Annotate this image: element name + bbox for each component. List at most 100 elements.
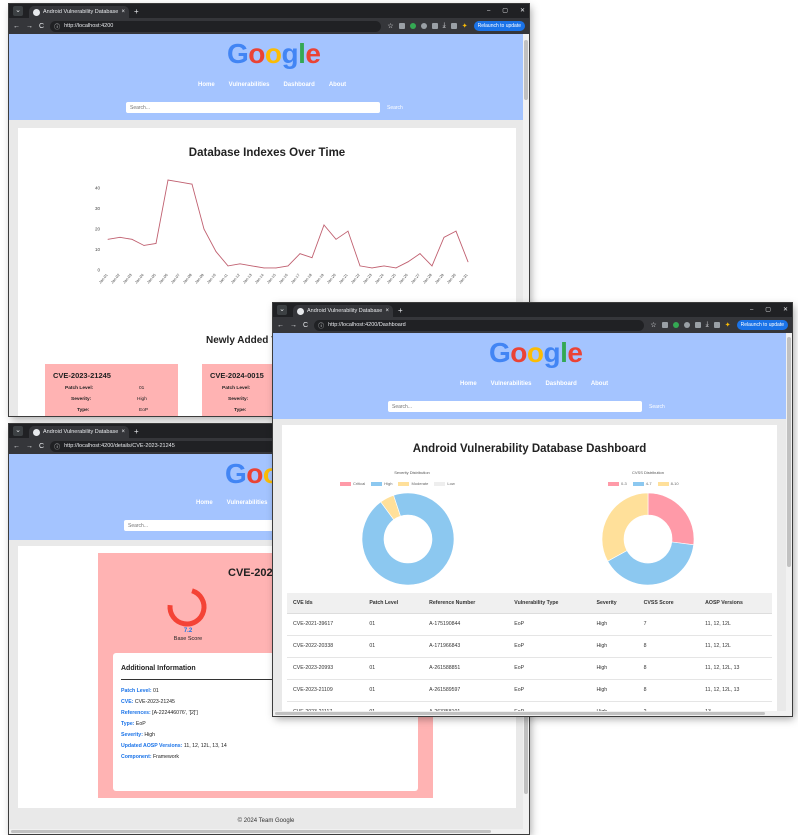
nav-dashboard[interactable]: Dashboard	[545, 381, 576, 387]
tab-search-icon[interactable]: ⌄	[13, 6, 23, 16]
nav-vulnerabilities[interactable]: Vulnerabilities	[227, 500, 268, 506]
legend-item[interactable]: Low	[434, 481, 455, 486]
nav-dashboard[interactable]: Dashboard	[283, 82, 314, 88]
browser-tab[interactable]: Android Vulnerability Database ×	[29, 426, 129, 438]
browser-tab[interactable]: Android Vulnerability Database ×	[293, 305, 393, 317]
minimize-button[interactable]: –	[487, 4, 490, 18]
column-header[interactable]: Vulnerability Type	[508, 593, 591, 614]
profile-icon[interactable]: ✦	[725, 321, 731, 329]
search-input[interactable]	[388, 401, 642, 412]
data-point	[395, 267, 397, 269]
close-window-button[interactable]: ✕	[783, 303, 788, 317]
legend-item[interactable]: 0-3	[608, 481, 627, 486]
legend-item[interactable]: Moderate	[398, 481, 428, 486]
column-header[interactable]: Reference Number	[423, 593, 509, 614]
severity-label: Severity:	[71, 397, 92, 402]
bookmark-star-icon[interactable]: ☆	[387, 22, 393, 30]
x-tick-label: Jan-19	[314, 273, 325, 284]
download-icon[interactable]: ⤓	[443, 22, 446, 30]
search-button[interactable]: Search	[649, 404, 665, 410]
tab-search-icon[interactable]: ⌄	[13, 426, 23, 436]
relaunch-button[interactable]: Relaunch to update	[736, 320, 788, 330]
reload-icon[interactable]: C	[39, 443, 44, 450]
nav-about[interactable]: About	[329, 82, 346, 88]
back-icon[interactable]: ←	[13, 23, 20, 30]
nav-home[interactable]: Home	[460, 381, 477, 387]
nav-home[interactable]: Home	[198, 82, 215, 88]
table-cell: 11, 12, 12L	[699, 613, 772, 636]
nav-about[interactable]: About	[591, 381, 608, 387]
legend-item[interactable]: Critical	[340, 481, 365, 486]
puzzle-icon[interactable]	[694, 322, 701, 328]
search-input[interactable]	[126, 102, 380, 113]
patch-level-value: 01	[139, 386, 145, 391]
column-header[interactable]: Patch Level	[363, 593, 424, 614]
sidepanel-icon[interactable]	[713, 322, 720, 328]
puzzle-icon[interactable]	[431, 23, 438, 29]
nav-vulnerabilities[interactable]: Vulnerabilities	[229, 82, 270, 88]
legend-item[interactable]: 8-10	[657, 481, 679, 486]
browser-tab[interactable]: Android Vulnerability Database ×	[29, 6, 129, 18]
legend-item[interactable]: 4-7	[632, 481, 652, 486]
forward-icon[interactable]: →	[26, 443, 33, 450]
bookmark-star-icon[interactable]: ☆	[650, 321, 656, 329]
new-tab-button[interactable]: +	[134, 427, 139, 436]
forward-icon[interactable]: →	[26, 23, 33, 30]
sidepanel-icon[interactable]	[450, 23, 457, 29]
horizontal-scrollbar[interactable]	[9, 829, 523, 834]
legend-label: Low	[447, 481, 455, 486]
minimize-button[interactable]: –	[750, 303, 753, 317]
close-window-button[interactable]: ✕	[520, 4, 525, 18]
x-tick-label: Jan-20	[326, 273, 337, 284]
extension-icon[interactable]	[661, 322, 668, 328]
google-logo: Google	[227, 38, 321, 69]
column-header[interactable]: AOSP Versions	[699, 593, 772, 614]
legend-item[interactable]: High	[371, 481, 392, 486]
vertical-scrollbar[interactable]	[786, 333, 792, 716]
search-button[interactable]: Search	[387, 105, 403, 111]
cve-card[interactable]: CVE-2023-21245 Patch Level: 01 Severity:…	[45, 364, 178, 416]
table-row[interactable]: CVE-2023-20993 01 A-261588851 EoP High 8 11, 1…	[287, 657, 772, 680]
tab-close-icon[interactable]: ×	[385, 308, 389, 314]
url-field[interactable]: ⓘ http://localhost:4200	[50, 20, 382, 32]
tab-close-icon[interactable]: ×	[121, 429, 125, 435]
url-field[interactable]: ⓘ http://localhost:4200/Dashboard	[314, 319, 645, 331]
nav-vulnerabilities[interactable]: Vulnerabilities	[491, 381, 532, 387]
back-icon[interactable]: ←	[13, 443, 20, 450]
table-row[interactable]: CVE-2021-39617 01 A-175190844 EoP High 7 11, 1…	[287, 613, 772, 636]
relaunch-button[interactable]: Relaunch to update	[473, 21, 525, 31]
reload-icon[interactable]: C	[39, 23, 44, 30]
site-info-icon[interactable]: ⓘ	[54, 22, 60, 31]
profile-icon[interactable]: ✦	[462, 22, 468, 30]
info-value: High	[142, 732, 156, 738]
column-header[interactable]: CVSS Score	[637, 593, 700, 614]
extension-icon[interactable]	[409, 23, 416, 29]
vulnerability-table-wrapper: CVE Ids Patch Level Reference Number Vulner…	[287, 593, 772, 716]
new-tab-button[interactable]: +	[134, 7, 139, 16]
table-cell: A-261589597	[423, 679, 509, 702]
extension-icon[interactable]	[420, 23, 427, 29]
new-tab-button[interactable]: +	[398, 306, 403, 315]
tab-close-icon[interactable]: ×	[121, 9, 125, 15]
column-header[interactable]: CVE Ids	[287, 593, 364, 614]
tab-search-icon[interactable]: ⌄	[277, 305, 287, 315]
extension-icon[interactable]	[398, 23, 405, 29]
site-info-icon[interactable]: ⓘ	[54, 442, 60, 451]
table-row[interactable]: CVE-2022-20338 01 A-171966843 EoP High 8 11, 1…	[287, 635, 772, 658]
table-cell: 01	[363, 613, 424, 636]
reload-icon[interactable]: C	[303, 322, 308, 329]
extension-icon[interactable]	[683, 322, 690, 328]
site-info-icon[interactable]: ⓘ	[318, 321, 324, 330]
table-row[interactable]: CVE-2023-21109 01 A-261589597 EoP High 8 11, 1…	[287, 679, 772, 702]
maximize-button[interactable]: ▢	[502, 4, 508, 18]
download-icon[interactable]: ⤓	[706, 321, 709, 329]
legend-label: 8-10	[670, 481, 679, 486]
column-header[interactable]: Severity	[590, 593, 638, 614]
extension-icon[interactable]	[672, 322, 679, 328]
maximize-button[interactable]: ▢	[765, 303, 771, 317]
nav-home[interactable]: Home	[196, 500, 213, 506]
back-icon[interactable]: ←	[277, 322, 284, 329]
info-row: CVE: CVE-2023-21245	[121, 699, 227, 705]
horizontal-scrollbar[interactable]	[273, 711, 786, 716]
forward-icon[interactable]: →	[290, 322, 297, 329]
